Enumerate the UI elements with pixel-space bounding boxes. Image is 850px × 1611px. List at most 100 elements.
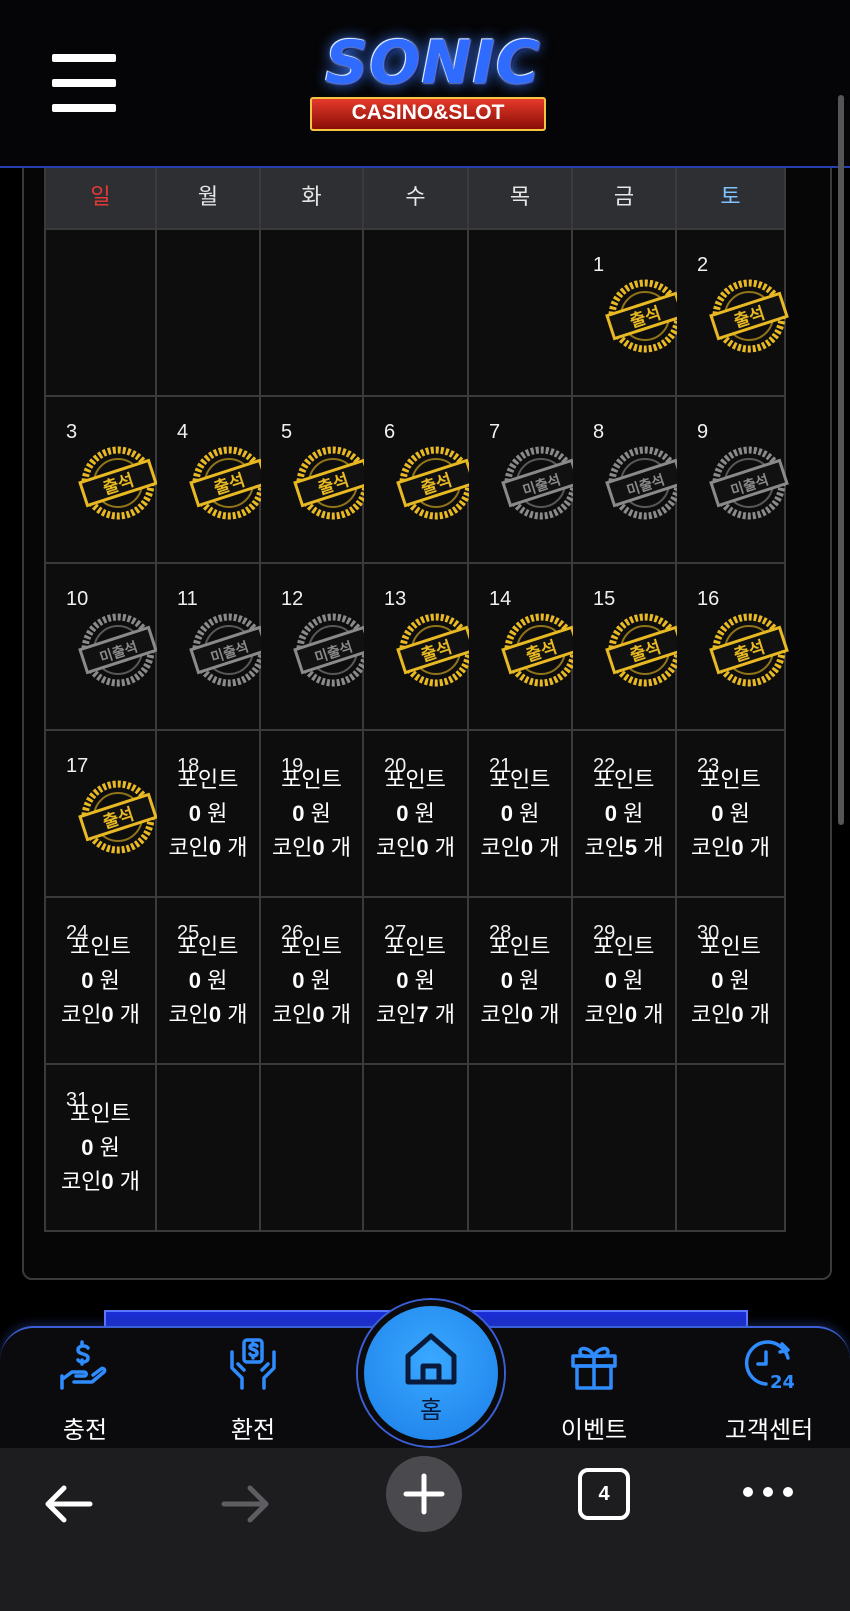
calendar-day-cell[interactable]: 6 출석 <box>362 395 476 564</box>
weekday-wed: 수 <box>362 160 469 230</box>
absent-stamp-icon: 미출석 <box>78 610 158 690</box>
absent-stamp-icon: 미출석 <box>605 443 685 523</box>
calendar-day-cell[interactable]: 21 포인트 0 원 코인0 개 <box>467 729 573 898</box>
weekday-header-row: 일 월 화 수 목 금 토 <box>44 160 786 230</box>
point-amount: 0 원 <box>500 968 540 993</box>
calendar-day-cell[interactable]: 9 미출석 <box>675 395 789 564</box>
nav-exchange-label: 환전 <box>230 1417 276 1444</box>
nav-deposit[interactable]: 충전 <box>10 1328 160 1450</box>
point-amount: 0 원 <box>604 968 644 993</box>
day-number: 1 <box>593 254 605 276</box>
point-amount: 0 원 <box>188 968 228 993</box>
day-number: 7 <box>489 421 501 443</box>
calendar-empty-cell <box>44 228 157 397</box>
nav-event[interactable]: 이벤트 <box>519 1328 669 1450</box>
logo-subtitle: CASINO&SLOT <box>310 97 546 131</box>
day-number: 9 <box>697 421 709 443</box>
calendar-day-cell[interactable]: 10 미출석 <box>44 562 158 731</box>
calendar-day-cell[interactable]: 8 미출석 <box>571 395 685 564</box>
calendar-empty-cell <box>259 228 364 397</box>
absent-stamp-icon: 미출석 <box>293 610 373 690</box>
coin-amount: 코인0 개 <box>480 1002 560 1027</box>
calendar-empty-cell <box>362 228 469 397</box>
calendar-day-cell[interactable]: 2 출석 <box>675 228 789 397</box>
calendar-day-cell[interactable]: 24 포인트 0 원 코인0 개 <box>44 896 157 1065</box>
day-reward-info: 포인트 0 원코인0 개 <box>469 930 571 1032</box>
calendar-day-cell[interactable]: 15 출석 <box>571 562 685 731</box>
day-number: 12 <box>281 588 304 610</box>
point-amount: 0 원 <box>711 801 750 826</box>
weekday-tue: 화 <box>259 160 364 230</box>
calendar-day-cell[interactable]: 17 출석 <box>44 729 158 898</box>
calendar-day-cell[interactable]: 27 포인트 0 원 코인7 개 <box>362 896 469 1065</box>
more-dots-icon[interactable] <box>740 1482 796 1506</box>
nav-support[interactable]: 24 고객센터 <box>694 1328 844 1450</box>
point-amount: 0 원 <box>81 1135 120 1160</box>
calendar-empty-cell <box>571 1063 677 1232</box>
nav-support-label: 고객센터 <box>724 1417 814 1444</box>
point-label: 포인트 <box>385 767 446 792</box>
calendar-day-cell[interactable]: 11 미출석 <box>155 562 269 731</box>
day-number: 17 <box>66 755 89 777</box>
day-number: 5 <box>281 421 293 443</box>
point-amount: 0 원 <box>292 801 331 826</box>
day-reward-info: 포인트 0 원 코인0 개 <box>261 763 362 865</box>
calendar-day-cell[interactable]: 13 출석 <box>362 562 476 731</box>
calendar-week-row: 10 미출석 11 미출석 12 미출석 13 출석 14 출석 15 출석 16 출석 <box>44 562 789 731</box>
calendar-day-cell[interactable]: 4 출석 <box>155 395 269 564</box>
point-amount: 0 원 <box>81 968 120 993</box>
point-label: 포인트 <box>177 934 239 959</box>
day-reward-info: 포인트 0 원코인0 개 <box>261 930 362 1032</box>
calendar-day-cell[interactable]: 3 출석 <box>44 395 158 564</box>
page-scrollbar[interactable] <box>838 95 844 825</box>
calendar-day-cell[interactable]: 31 포인트 0 원 코인0 개 <box>44 1063 157 1232</box>
point-amount: 0 원 <box>188 801 228 826</box>
point-label: 포인트 <box>593 767 655 792</box>
calendar-day-cell[interactable]: 30 포인트 0 원 코인0 개 <box>675 896 786 1065</box>
site-logo[interactable]: SONIC CASINO&SLOT <box>270 22 590 134</box>
coin-amount: 코인0 개 <box>271 1002 352 1027</box>
hamburger-icon[interactable] <box>52 54 116 112</box>
calendar-day-cell[interactable]: 16 출석 <box>675 562 789 731</box>
calendar-day-cell[interactable]: 29 포인트 0 원 코인0 개 <box>571 896 677 1065</box>
point-label: 포인트 <box>177 767 239 792</box>
absent-stamp-icon: 미출석 <box>709 443 789 523</box>
calendar-day-cell[interactable]: 23 포인트 0 원 코인0 개 <box>675 729 786 898</box>
point-label: 포인트 <box>489 934 551 959</box>
calendar-day-cell[interactable]: 1 출석 <box>571 228 685 397</box>
point-label: 포인트 <box>281 934 342 959</box>
attended-stamp-icon: 출석 <box>709 610 789 690</box>
day-number: 4 <box>177 421 189 443</box>
point-amount: 0 원 <box>396 801 435 826</box>
home-icon <box>405 1333 457 1385</box>
absent-stamp-icon: 미출석 <box>501 443 581 523</box>
calendar-day-cell[interactable]: 5 출석 <box>259 395 373 564</box>
calendar-day-cell[interactable]: 26 포인트 0 원 코인0 개 <box>259 896 364 1065</box>
calendar-day-cell[interactable]: 20 포인트 0 원 코인0 개 <box>362 729 469 898</box>
day-number: 16 <box>697 588 720 610</box>
calendar-day-cell[interactable]: 7 미출석 <box>467 395 581 564</box>
coin-amount: 코인5 개 <box>584 835 664 860</box>
calendar-day-cell[interactable]: 25 포인트 0 원 코인0 개 <box>155 896 261 1065</box>
point-amount: 0 원 <box>711 968 750 993</box>
calendar-day-cell[interactable]: 28 포인트 0 원 코인0 개 <box>467 896 573 1065</box>
calendar-day-cell[interactable]: 18 포인트 0 원 코인0 개 <box>155 729 261 898</box>
coin-amount: 코인0 개 <box>60 1002 141 1027</box>
deposit-hand-icon <box>60 1340 107 1390</box>
weekday-thu: 목 <box>467 160 573 230</box>
tab-count-button[interactable]: 4 <box>578 1468 630 1520</box>
nav-exchange[interactable]: 환전 <box>178 1328 328 1450</box>
coin-amount: 코인0 개 <box>690 1002 771 1027</box>
calendar-day-cell[interactable]: 19 포인트 0 원 코인0 개 <box>259 729 364 898</box>
back-arrow-icon[interactable] <box>40 1480 96 1532</box>
calendar-week-row: 17 출석 18 포인트 0 원 코인0 개 19 포인트 0 원 코인0 개 20 포인트 0 원 코인… <box>44 729 786 898</box>
calendar-day-cell[interactable]: 22 포인트 0 원 코인5 개 <box>571 729 677 898</box>
calendar-day-cell[interactable]: 14 출석 <box>467 562 581 731</box>
point-amount: 0 원 <box>292 968 331 993</box>
day-number: 8 <box>593 421 605 443</box>
calendar-day-cell[interactable]: 12 미출석 <box>259 562 373 731</box>
exchange-hands-icon <box>230 1338 276 1390</box>
home-button[interactable]: 홈 <box>358 1300 504 1446</box>
new-tab-plus-icon[interactable] <box>386 1456 462 1532</box>
forward-arrow-icon[interactable] <box>218 1480 274 1532</box>
